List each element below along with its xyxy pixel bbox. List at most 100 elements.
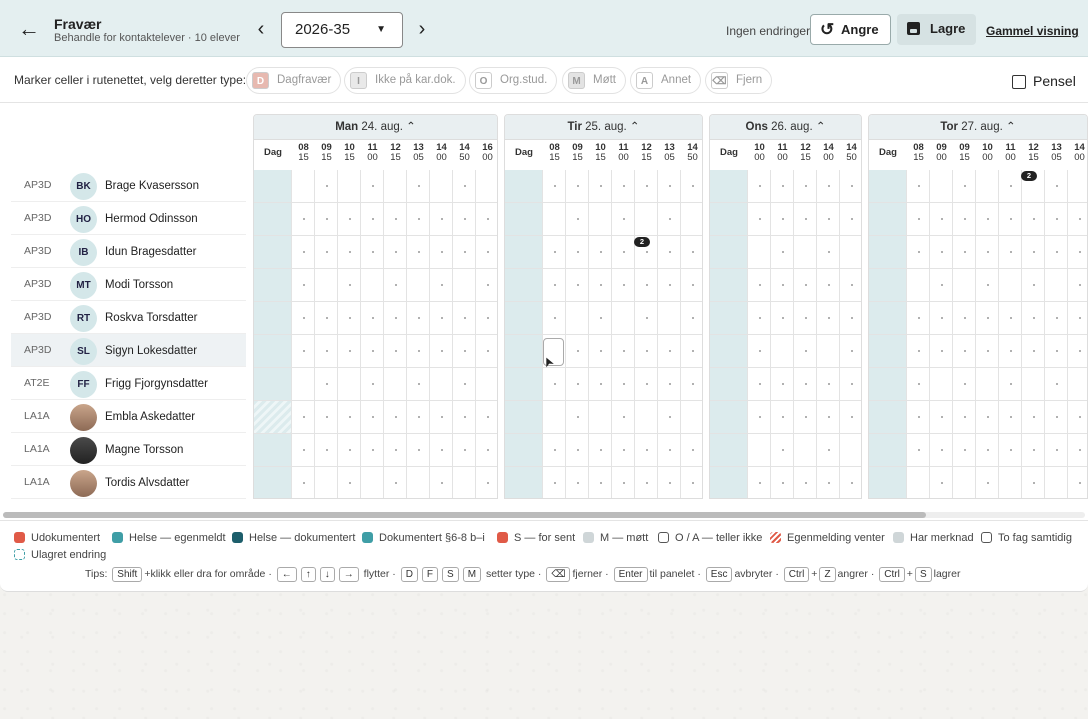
dag-cell[interactable] — [710, 269, 748, 302]
lesson-cell[interactable] — [361, 401, 384, 434]
lesson-cell[interactable] — [1045, 269, 1068, 302]
lesson-cell[interactable] — [953, 434, 976, 467]
lesson-cell[interactable] — [453, 335, 476, 368]
lesson-cell[interactable] — [407, 203, 430, 236]
lesson-cell[interactable] — [976, 302, 999, 335]
lesson-cell[interactable] — [999, 467, 1022, 498]
dag-cell[interactable] — [710, 335, 748, 368]
student-row[interactable]: AP3D HO Hermod Odinsson — [11, 202, 246, 235]
lesson-cell[interactable] — [748, 335, 771, 368]
dag-cell[interactable] — [254, 467, 292, 498]
lesson-cell[interactable] — [543, 401, 566, 434]
lesson-cell[interactable] — [612, 434, 635, 467]
lesson-cell[interactable] — [817, 401, 840, 434]
lesson-cell[interactable] — [681, 302, 702, 335]
lesson-cell[interactable] — [589, 269, 612, 302]
chevron-up-icon[interactable]: ⌃ — [813, 121, 826, 133]
lesson-cell[interactable] — [453, 170, 476, 203]
dag-cell[interactable] — [505, 269, 543, 302]
lesson-cell[interactable] — [407, 335, 430, 368]
lesson-cell[interactable] — [1045, 302, 1068, 335]
lesson-cell[interactable] — [292, 302, 315, 335]
dag-cell[interactable] — [505, 401, 543, 434]
lesson-cell[interactable] — [953, 401, 976, 434]
lesson-cell[interactable] — [430, 170, 453, 203]
lesson-cell[interactable] — [794, 236, 817, 269]
dag-cell[interactable] — [710, 203, 748, 236]
dag-cell[interactable] — [254, 335, 292, 368]
lesson-cell[interactable] — [453, 302, 476, 335]
lesson-cell[interactable] — [612, 236, 635, 269]
lesson-cell[interactable] — [338, 368, 361, 401]
lesson-cell[interactable] — [430, 401, 453, 434]
lesson-cell[interactable] — [658, 170, 681, 203]
lesson-cell[interactable] — [566, 368, 589, 401]
lesson-cell[interactable] — [999, 170, 1022, 203]
dag-cell[interactable] — [254, 203, 292, 236]
dag-cell[interactable] — [505, 302, 543, 335]
lesson-cell[interactable] — [748, 401, 771, 434]
lesson-cell[interactable] — [840, 170, 861, 203]
lesson-cell[interactable] — [794, 467, 817, 498]
day-header[interactable]: Ons 26. aug. ⌃ — [710, 115, 861, 140]
lesson-cell[interactable] — [566, 170, 589, 203]
arrow-left-icon[interactable]: ← — [16, 17, 42, 43]
dag-cell[interactable] — [710, 434, 748, 467]
lesson-cell[interactable] — [681, 467, 702, 498]
lesson-cell[interactable] — [315, 236, 338, 269]
lesson-cell[interactable] — [430, 467, 453, 498]
lesson-cell[interactable] — [338, 170, 361, 203]
lesson-cell[interactable] — [1068, 236, 1087, 269]
lesson-cell[interactable] — [476, 467, 497, 498]
lesson-cell[interactable] — [748, 434, 771, 467]
lesson-cell[interactable] — [748, 236, 771, 269]
lesson-cell[interactable] — [1068, 368, 1087, 401]
lesson-cell[interactable] — [589, 434, 612, 467]
student-row[interactable]: AP3D BK Brage Kvasersson — [11, 169, 246, 202]
dag-cell[interactable] — [710, 170, 748, 203]
lesson-cell[interactable] — [1045, 434, 1068, 467]
lesson-cell[interactable] — [771, 401, 794, 434]
lesson-cell[interactable] — [361, 368, 384, 401]
lesson-cell[interactable] — [361, 170, 384, 203]
lesson-cell[interactable] — [681, 335, 702, 368]
lesson-cell[interactable] — [930, 236, 953, 269]
lesson-cell[interactable] — [407, 434, 430, 467]
lesson-cell[interactable] — [953, 467, 976, 498]
lesson-cell[interactable] — [840, 302, 861, 335]
lesson-cell[interactable] — [930, 302, 953, 335]
lesson-cell[interactable] — [292, 368, 315, 401]
dag-cell[interactable] — [710, 401, 748, 434]
lesson-cell[interactable] — [361, 302, 384, 335]
lesson-cell[interactable] — [794, 335, 817, 368]
type-button-orgstud[interactable]: O Org.stud. — [469, 67, 558, 94]
lesson-cell[interactable] — [315, 335, 338, 368]
lesson-cell[interactable] — [681, 434, 702, 467]
lesson-cell[interactable] — [999, 203, 1022, 236]
chevron-left-icon[interactable]: ‹ — [251, 18, 271, 42]
lesson-cell[interactable] — [430, 236, 453, 269]
lesson-cell[interactable] — [976, 335, 999, 368]
lesson-cell[interactable] — [384, 236, 407, 269]
lesson-cell[interactable] — [543, 269, 566, 302]
lesson-cell[interactable] — [907, 368, 930, 401]
dag-cell[interactable] — [505, 335, 543, 368]
lesson-cell[interactable] — [453, 236, 476, 269]
lesson-cell[interactable] — [430, 269, 453, 302]
lesson-cell[interactable] — [748, 269, 771, 302]
dag-cell[interactable] — [505, 203, 543, 236]
student-row[interactable]: AP3D IB Idun Bragesdatter — [11, 235, 246, 268]
dag-cell[interactable] — [869, 335, 907, 368]
lesson-cell[interactable] — [658, 302, 681, 335]
day-header[interactable]: Tor 27. aug. ⌃ — [869, 115, 1087, 140]
lesson-cell[interactable] — [999, 302, 1022, 335]
lesson-cell[interactable] — [817, 269, 840, 302]
lesson-cell[interactable] — [1045, 203, 1068, 236]
lesson-cell[interactable] — [453, 203, 476, 236]
lesson-cell[interactable] — [361, 434, 384, 467]
lesson-cell[interactable] — [476, 203, 497, 236]
chevron-up-icon[interactable]: ⌃ — [403, 121, 416, 133]
dag-cell[interactable] — [710, 302, 748, 335]
lesson-cell[interactable] — [658, 335, 681, 368]
lesson-cell[interactable] — [338, 401, 361, 434]
